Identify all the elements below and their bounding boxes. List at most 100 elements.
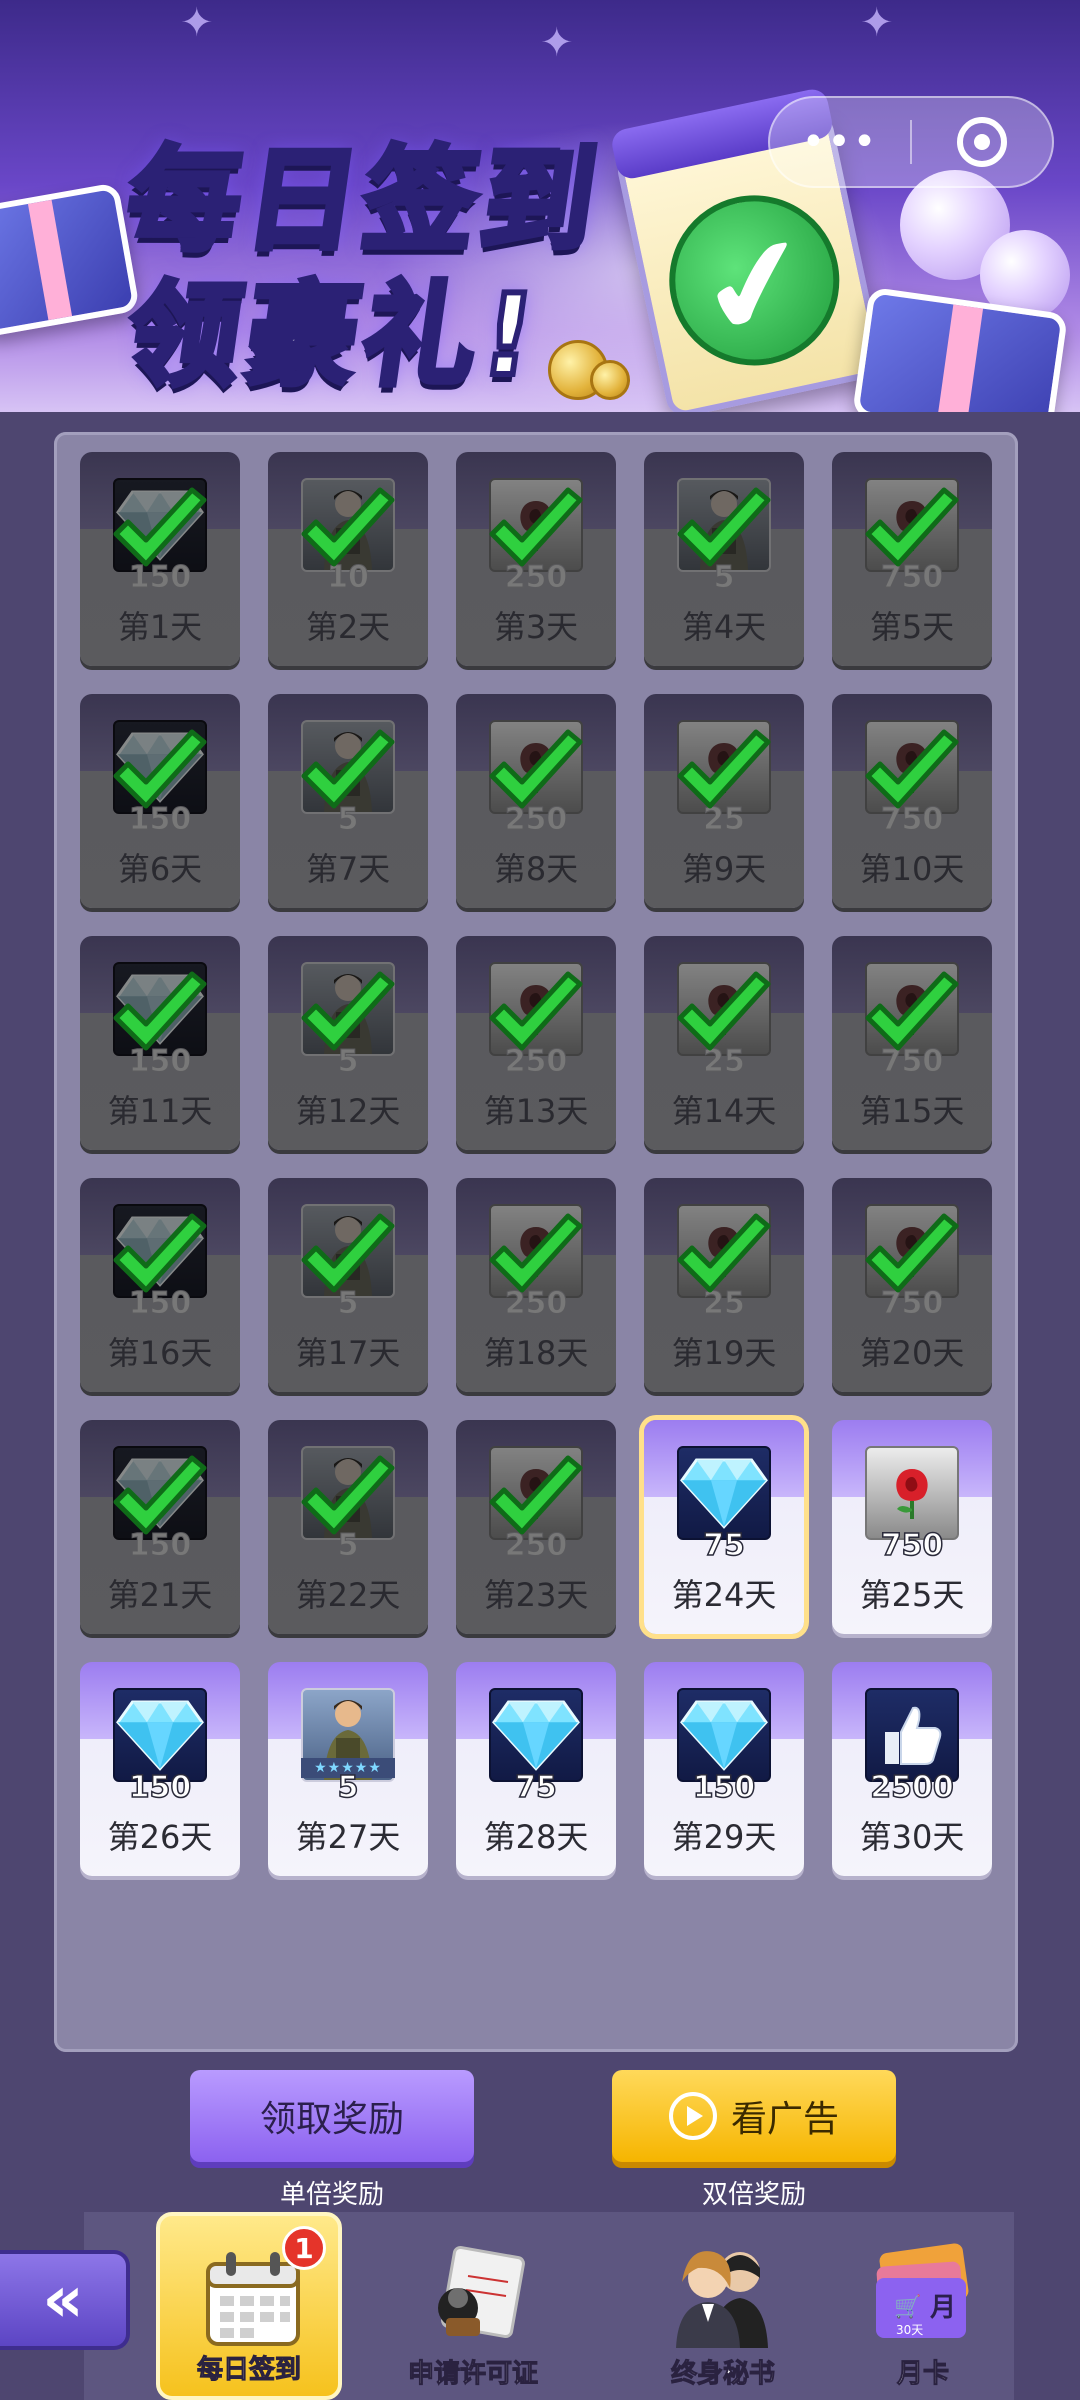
day-cell-25[interactable]: 750 第25天	[832, 1420, 992, 1634]
claimed-check-icon	[113, 1213, 207, 1293]
day-cell-1[interactable]: 150 第1天	[80, 452, 240, 666]
more-button[interactable]: •••	[770, 98, 910, 186]
tab-label: 月卡	[896, 2359, 949, 2390]
day-cell-15[interactable]: 750 第15天	[832, 936, 992, 1150]
day-label: 第13天	[483, 1092, 589, 1130]
day-cell-24[interactable]: 75 第24天	[644, 1420, 804, 1634]
day-cell-13[interactable]: 250 第13天	[456, 936, 616, 1150]
day-label: 第24天	[671, 1576, 777, 1614]
day-cell-3[interactable]: 250 第3天	[456, 452, 616, 666]
day-cell-9[interactable]: 25 第9天	[644, 694, 804, 908]
day-label: 第25天	[859, 1576, 965, 1614]
day-cell-21[interactable]: 150 第21天	[80, 1420, 240, 1634]
day-label: 第4天	[681, 608, 767, 646]
card-small-text: 30天	[896, 2323, 923, 2337]
reward-quantity: 150	[128, 1769, 192, 1806]
coin-icon	[590, 360, 630, 400]
day-label: 第20天	[859, 1334, 965, 1372]
claimed-check-icon	[677, 487, 771, 567]
day-cell-5[interactable]: 750 第5天	[832, 452, 992, 666]
day-label: 第30天	[859, 1818, 965, 1856]
day-cell-17[interactable]: 5 第17天	[268, 1178, 428, 1392]
diamond-icon	[677, 1446, 771, 1540]
claimed-check-icon	[677, 1213, 771, 1293]
diamond-icon	[113, 1688, 207, 1782]
watch-ad-button[interactable]: 看广告	[612, 2070, 896, 2162]
day-cell-28[interactable]: 75 第28天	[456, 1662, 616, 1876]
day-cell-20[interactable]: 750 第20天	[832, 1178, 992, 1392]
day-label: 第22天	[295, 1576, 401, 1614]
day-cell-6[interactable]: 150 第6天	[80, 694, 240, 908]
day-cell-27[interactable]: ★★★★★ 5 第27天	[268, 1662, 428, 1876]
watch-ad-label: 看广告	[730, 2099, 839, 2140]
day-cell-2[interactable]: 10 第2天	[268, 452, 428, 666]
day-cell-29[interactable]: 150 第29天	[644, 1662, 804, 1876]
reward-quantity: 5	[337, 1769, 359, 1806]
stamp-icon	[438, 2245, 525, 2339]
day-label: 第16天	[107, 1334, 213, 1372]
day-label: 第15天	[859, 1092, 965, 1130]
claimed-check-icon	[865, 971, 959, 1051]
banner: ✦ ✦ ✦ ✔ 每日签到 领豪礼! •••	[0, 0, 1080, 412]
checkin-panel: 150 第1天 10 第2天 250 第3天 5 第4天 750 第5天 150 第6天 5 第7天 250…	[54, 432, 1018, 2052]
day-label: 第23天	[483, 1576, 589, 1614]
tab-apply-license[interactable]: 申请许可证	[380, 2212, 566, 2400]
claimed-check-icon	[489, 971, 583, 1051]
card-icon: 🛒 月 30天	[876, 2243, 969, 2338]
checkin-grid: 150 第1天 10 第2天 250 第3天 5 第4天 750 第5天 150 第6天 5 第7天 250…	[80, 452, 992, 1876]
day-cell-18[interactable]: 250 第18天	[456, 1178, 616, 1392]
claimed-check-icon	[301, 729, 395, 809]
tab-daily-checkin[interactable]: 1 每日签到	[156, 2212, 342, 2400]
day-label: 第14天	[671, 1092, 777, 1130]
day-cell-12[interactable]: 5 第12天	[268, 936, 428, 1150]
day-cell-8[interactable]: 250 第8天	[456, 694, 616, 908]
day-label: 第27天	[295, 1818, 401, 1856]
more-dots-icon: •••	[801, 119, 879, 165]
claimed-check-icon	[301, 1455, 395, 1535]
gift-box-icon	[0, 182, 141, 338]
claimed-check-icon	[301, 487, 395, 567]
notification-badge: 1	[282, 2226, 326, 2270]
day-cell-16[interactable]: 150 第16天	[80, 1178, 240, 1392]
day-label: 第5天	[869, 608, 955, 646]
claimed-check-icon	[677, 729, 771, 809]
star-icon: ✦	[540, 20, 574, 66]
tab-monthly-card[interactable]: 🛒 月 30天 月卡	[830, 2212, 1016, 2400]
day-label: 第6天	[117, 850, 203, 888]
claimed-check-icon	[489, 487, 583, 567]
claimed-check-icon	[301, 1213, 395, 1293]
tab-label: 申请许可证	[407, 2359, 538, 2390]
claim-reward-label: 领取奖励	[259, 2099, 404, 2140]
day-label: 第10天	[859, 850, 965, 888]
day-label: 第21天	[107, 1576, 213, 1614]
tab-label: 每日签到	[196, 2355, 301, 2386]
thumbs-up-icon	[865, 1688, 959, 1782]
tab-lifetime-secretary[interactable]: 终身秘书	[630, 2212, 816, 2400]
day-label: 第11天	[107, 1092, 213, 1130]
day-cell-7[interactable]: 5 第7天	[268, 694, 428, 908]
day-cell-10[interactable]: 750 第10天	[832, 694, 992, 908]
day-label: 第18天	[483, 1334, 589, 1372]
claim-reward-button[interactable]: 领取奖励	[190, 2070, 474, 2162]
day-cell-26[interactable]: 150 第26天	[80, 1662, 240, 1876]
claimed-check-icon	[489, 1455, 583, 1535]
day-cell-14[interactable]: 25 第14天	[644, 936, 804, 1150]
day-cell-23[interactable]: 250 第23天	[456, 1420, 616, 1634]
day-label: 第7天	[305, 850, 391, 888]
day-cell-19[interactable]: 25 第19天	[644, 1178, 804, 1392]
claimed-check-icon	[489, 1213, 583, 1293]
day-cell-22[interactable]: 5 第22天	[268, 1420, 428, 1634]
claimed-check-icon	[113, 1455, 207, 1535]
close-button[interactable]	[912, 98, 1052, 186]
back-button[interactable]: «	[0, 2250, 130, 2350]
day-label: 第17天	[295, 1334, 401, 1372]
day-label: 第26天	[107, 1818, 213, 1856]
day-cell-11[interactable]: 150 第11天	[80, 936, 240, 1150]
day-cell-30[interactable]: 2500 第30天	[832, 1662, 992, 1876]
claimed-check-icon	[489, 729, 583, 809]
day-label: 第1天	[117, 608, 203, 646]
diamond-icon	[677, 1688, 771, 1782]
day-label: 第8天	[493, 850, 579, 888]
reward-quantity: 150	[692, 1769, 756, 1806]
day-cell-4[interactable]: 5 第4天	[644, 452, 804, 666]
